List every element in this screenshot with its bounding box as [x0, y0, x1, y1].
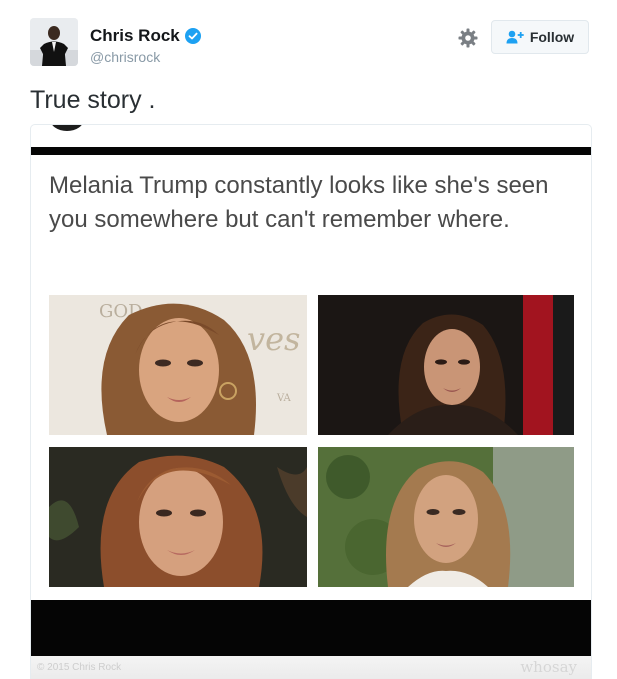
meme-caption: Melania Trump constantly looks like she'… — [49, 172, 549, 233]
photo-backdrop-text-3: VA — [276, 393, 292, 404]
meme-top-bar — [31, 147, 591, 155]
melania-photo-1: GOD ves VA — [49, 295, 307, 435]
photo-backdrop-text-2: ves — [247, 320, 300, 358]
melania-photo-3 — [49, 447, 307, 587]
display-name[interactable]: Chris Rock — [90, 26, 180, 46]
tweet-text: True story . — [30, 86, 156, 114]
media-top-fragment — [50, 125, 84, 131]
verified-badge-icon — [184, 28, 201, 44]
gear-icon[interactable] — [457, 27, 479, 49]
melania-photo-4 — [318, 447, 574, 587]
whosay-watermark: whosay — [520, 658, 577, 676]
meme-bottom-bar — [31, 600, 591, 656]
follow-button[interactable]: Follow — [491, 20, 589, 54]
melania-photo-2 — [318, 295, 574, 435]
profile-avatar[interactable] — [30, 18, 78, 66]
account-name-row: Chris Rock — [90, 26, 201, 46]
avatar-image — [30, 18, 78, 66]
account-handle[interactable]: @chrisrock — [90, 49, 160, 65]
tweet-media[interactable]: Melania Trump constantly looks like she'… — [30, 124, 592, 679]
add-user-icon — [506, 30, 524, 44]
media-footer: © 2015 Chris Rock whosay — [31, 656, 591, 679]
follow-label: Follow — [529, 29, 575, 45]
media-copyright: © 2015 Chris Rock — [37, 662, 122, 673]
